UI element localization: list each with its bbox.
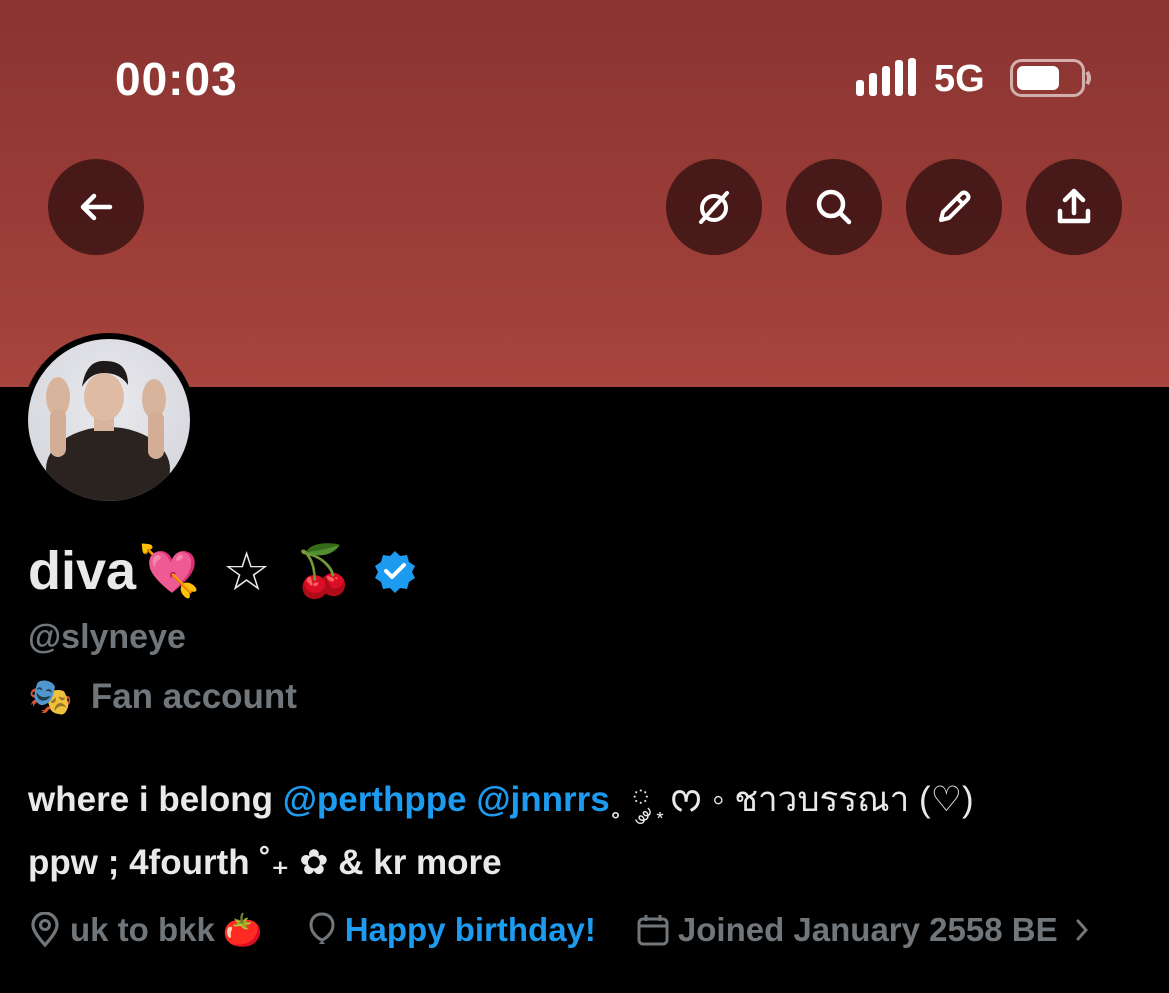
- calendar-icon: [637, 915, 669, 946]
- avatar-photo-icon: [46, 360, 170, 501]
- heart-arrow-emoji: 💘: [138, 542, 201, 599]
- bio-line-1: where i belong @perthppe @jnnrrs˳ ༘ ͙ ᰔ …: [28, 768, 1148, 831]
- avatar-container[interactable]: [22, 333, 196, 507]
- balloon-icon: [309, 912, 335, 944]
- share-upload-icon: [1057, 188, 1091, 224]
- mention-link[interactable]: @jnnrrs: [476, 780, 609, 819]
- account-category: 🎭 Fan account: [28, 676, 297, 718]
- search-button[interactable]: [786, 159, 882, 255]
- bio-line-2: ppw ; 4fourth ˚₊ ✿ & kr more: [28, 843, 502, 882]
- back-button[interactable]: [48, 159, 144, 255]
- tomato-emoji: 🍅: [222, 912, 263, 948]
- mention-link[interactable]: @perthppe: [283, 780, 467, 819]
- display-name-row: diva 💘 ☆ 🍒: [28, 536, 417, 606]
- cherry-emoji: 🍒: [292, 542, 356, 599]
- location-text: uk to bkk: [70, 911, 215, 948]
- grok-button[interactable]: [666, 159, 762, 255]
- signal-strength-icon: [856, 58, 916, 96]
- profile-bio: where i belong @perthppe @jnnrrs˳ ༘ ͙ ᰔ …: [28, 768, 1148, 894]
- edit-button[interactable]: [906, 159, 1002, 255]
- bio-text: where i belong: [28, 780, 283, 819]
- joined-item[interactable]: Joined January 2558 BE: [636, 911, 1092, 949]
- battery-icon: [1010, 59, 1091, 97]
- location-pin-icon: [31, 912, 59, 948]
- search-icon: [816, 189, 852, 225]
- location-item: uk to bkk 🍅: [28, 911, 263, 949]
- joined-text: Joined January 2558 BE: [677, 911, 1058, 948]
- birthday-item[interactable]: Happy birthday!: [307, 911, 596, 949]
- user-handle: @slyneye: [28, 618, 186, 656]
- avatar[interactable]: [28, 339, 190, 501]
- category-label: Fan account: [90, 677, 297, 716]
- pencil-icon: [939, 190, 971, 222]
- theater-masks-icon: 🎭: [28, 676, 73, 717]
- display-name: diva: [28, 541, 137, 601]
- birthday-link[interactable]: Happy birthday!: [345, 911, 596, 949]
- share-button[interactable]: [1026, 159, 1122, 255]
- arrow-left-icon: [80, 193, 113, 221]
- grok-slash-circle-icon: [699, 191, 729, 224]
- star-emoji: ☆: [222, 541, 271, 602]
- status-time: 00:03: [115, 53, 238, 105]
- bio-text: ˳ ༘ ͙ ᰔ ◦ ชาวบรรณา (♡): [609, 780, 974, 819]
- network-type: 5G: [934, 58, 985, 100]
- chevron-right-icon: [1076, 919, 1088, 941]
- profile-meta-row: uk to bkk 🍅 Happy birthday! Joined Janua…: [28, 905, 1092, 955]
- verified-badge-icon: [375, 551, 416, 593]
